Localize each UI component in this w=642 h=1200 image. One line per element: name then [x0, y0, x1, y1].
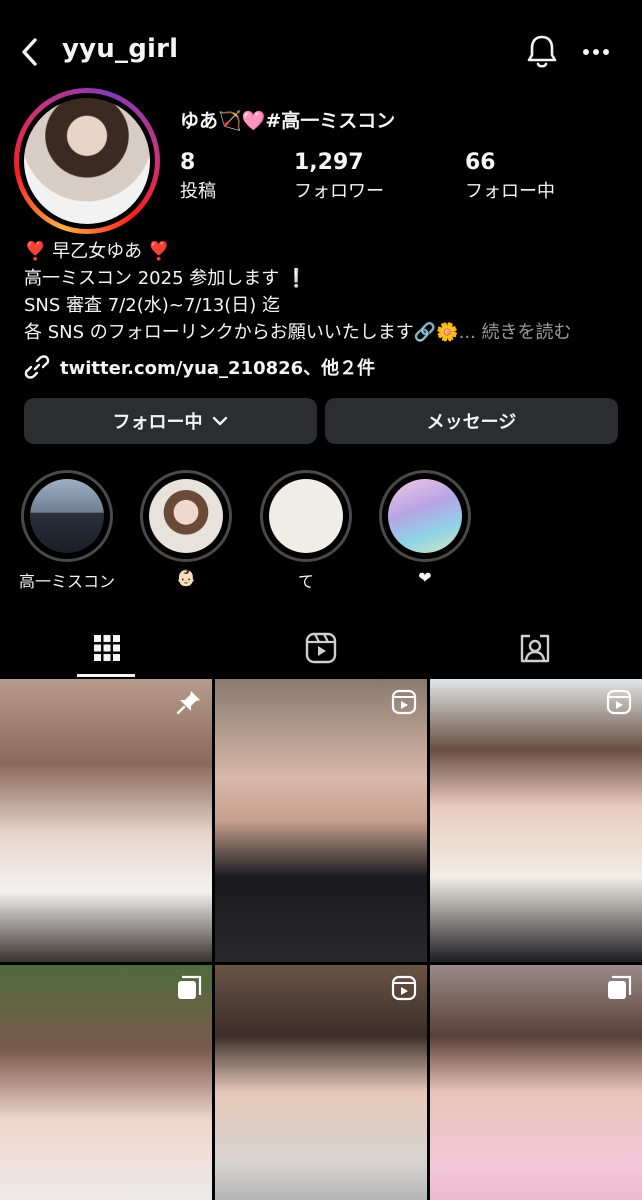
bell-icon — [527, 35, 557, 68]
reel-icon — [391, 689, 417, 715]
more-button[interactable] — [576, 32, 616, 72]
posts-grid — [0, 679, 642, 1200]
stat-value: 66 — [465, 150, 496, 175]
highlight-cover — [269, 479, 343, 553]
story-ring[interactable] — [14, 88, 160, 234]
stat-value: 1,297 — [294, 150, 364, 175]
stat-value: 8 — [180, 150, 196, 175]
following-label: フォロー中 — [112, 412, 203, 433]
highlight-cover — [388, 479, 462, 553]
following-count[interactable]: 66 フォロー中 — [465, 150, 555, 203]
bio-line: ❣️ 早乙女ゆあ ❣️ — [24, 241, 171, 262]
highlight-caption: 高一ミスコン — [19, 572, 116, 591]
followers-count[interactable]: 1,297 フォロワー — [294, 150, 384, 203]
grid-icon — [94, 635, 120, 661]
tab-posts[interactable] — [0, 618, 214, 678]
following-button[interactable]: フォロー中 — [24, 398, 317, 444]
tab-reels[interactable] — [214, 618, 428, 678]
post-tile[interactable] — [215, 679, 427, 962]
username: yyu_girl — [62, 34, 179, 64]
reel-icon — [606, 689, 632, 715]
highlight-caption: ❤ — [418, 568, 432, 587]
bio-line-text: 各 SNS のフォローリンクからお願いいたします🔗🌼 — [24, 322, 459, 343]
notifications-button[interactable] — [522, 30, 562, 74]
message-button[interactable]: メッセージ — [325, 398, 618, 444]
bio-line: SNS 審査 7/2(水)~7/13(日) 迄 — [24, 295, 281, 316]
bio-line: 各 SNS のフォローリンクからお願いいたします🔗🌼... 続きを読む — [24, 319, 624, 346]
stat-label: フォロー中 — [465, 181, 555, 202]
reel-icon — [391, 975, 417, 1001]
more-horizontal-icon — [583, 49, 609, 55]
highlight-item[interactable]: 高一ミスコン — [19, 470, 115, 592]
link-icon — [24, 355, 50, 379]
message-label: メッセージ — [426, 412, 517, 433]
bio-line: 高一ミスコン 2025 参加します ❕ — [24, 268, 308, 289]
tagged-icon — [520, 634, 550, 663]
read-more-link[interactable]: ... 続きを読む — [459, 322, 572, 343]
profile-tabs — [0, 618, 642, 678]
bio-link[interactable]: twitter.com/yua_210826、他２件 — [24, 352, 375, 382]
display-name: ゆあ🏹🩷#高一ミスコン — [180, 110, 396, 132]
carousel-icon — [178, 975, 202, 999]
post-tile[interactable] — [430, 965, 642, 1200]
chevron-left-icon — [22, 38, 37, 66]
post-tile[interactable] — [430, 679, 642, 962]
highlight-item[interactable]: て — [258, 470, 354, 592]
highlight-caption: て — [297, 572, 314, 591]
avatar — [24, 98, 150, 224]
stat-label: 投稿 — [180, 181, 216, 202]
pin-icon — [176, 691, 200, 715]
back-button[interactable] — [14, 32, 46, 72]
chevron-down-icon — [212, 416, 227, 426]
posts-count[interactable]: 8 投稿 — [180, 150, 216, 203]
post-tile[interactable] — [0, 965, 212, 1200]
highlight-cover — [149, 479, 223, 553]
carousel-icon — [608, 975, 632, 999]
post-tile[interactable] — [215, 965, 427, 1200]
active-tab-indicator — [77, 674, 135, 677]
highlight-caption: 👶🏻 — [176, 568, 196, 587]
tab-tagged[interactable] — [428, 618, 642, 678]
reels-icon — [305, 632, 337, 664]
post-tile[interactable] — [0, 679, 212, 962]
bio: ❣️ 早乙女ゆあ ❣️ 高一ミスコン 2025 参加します ❕ SNS 審査 7… — [24, 238, 624, 346]
highlight-cover — [30, 479, 104, 553]
link-text: twitter.com/yua_210826、他２件 — [60, 358, 376, 379]
highlight-item[interactable]: 👶🏻 — [138, 470, 234, 587]
highlight-item[interactable]: ❤ — [377, 470, 473, 587]
stat-label: フォロワー — [294, 181, 384, 202]
